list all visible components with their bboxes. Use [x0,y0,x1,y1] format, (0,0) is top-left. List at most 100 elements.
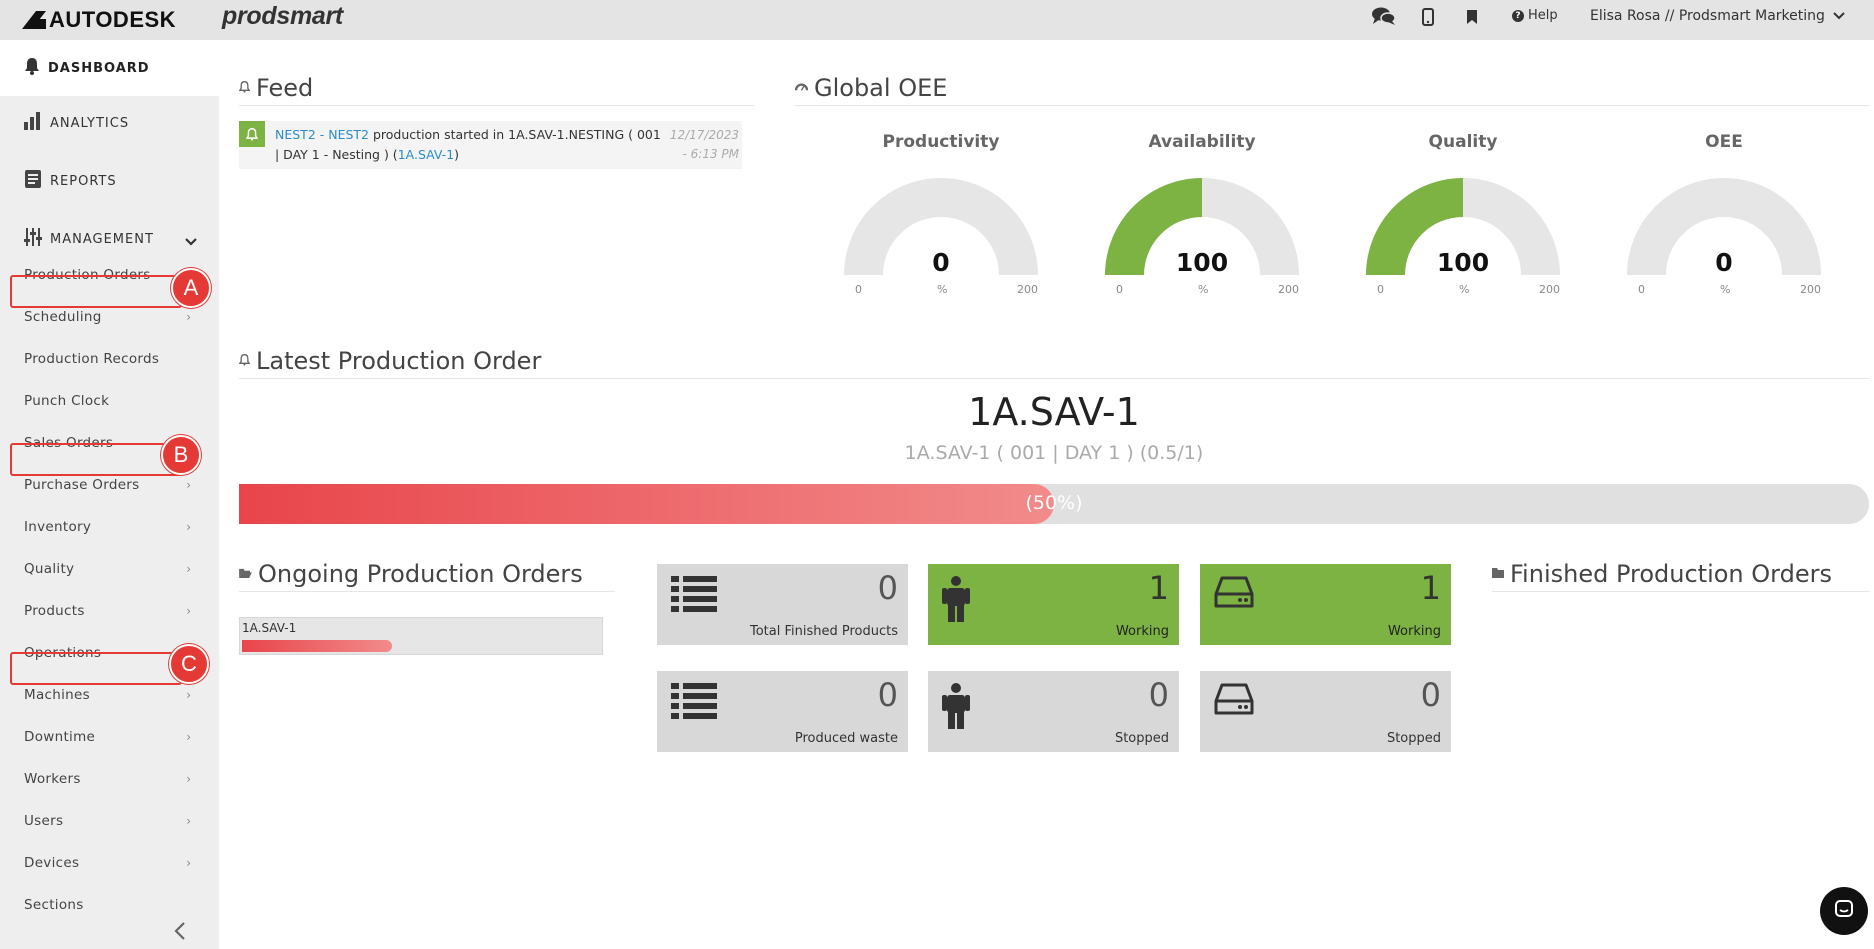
sidebar-reports[interactable]: REPORTS [0,161,219,201]
feed-title-text: Feed [256,74,314,102]
sidebar-item-label: Sections [24,897,84,913]
gauge-min-label: 0 [1638,283,1645,296]
prodsmart-logo[interactable]: prodsmart [222,2,343,31]
stat-tile-value: 0 [1420,676,1441,714]
worker-icon [942,683,970,733]
sliders-icon [24,228,42,250]
collapse-sidebar-icon[interactable] [174,922,186,944]
gauge-value: 0 [1715,248,1733,277]
feed-item-timestamp: 12/17/2023 - 6:13 PM [665,126,739,164]
sidebar-item-label: Quality [24,561,75,577]
sidebar-item-label: Machines [24,687,90,703]
autodesk-wordmark: AUTODESK [49,7,177,32]
feed-title: Feed [238,74,314,102]
chevron-right-icon: › [186,310,191,324]
sidebar-item-punch-clock[interactable]: Punch Clock [0,386,219,416]
sidebar-item-label: Devices [24,855,80,871]
dashboard-gauge-icon [794,81,809,95]
gauge-value: 100 [1175,248,1229,277]
sidebar: DASHBOARD ANALYTICS REPORTS MANAGEMENT P… [0,40,219,949]
finished-divider [1492,591,1869,592]
stat-tile-value: 0 [1148,676,1169,714]
chat-icon [1834,899,1854,923]
feed-divider [239,105,754,106]
chevron-right-icon: › [186,478,191,492]
sidebar-dashboard-label: DASHBOARD [48,60,150,76]
global-oee-title-text: Global OEE [814,74,948,102]
gauge-max-label: 200 [1278,283,1299,296]
sidebar-management[interactable]: MANAGEMENT [0,219,219,259]
sidebar-item-quality[interactable]: Quality › [0,554,219,584]
latest-order-number[interactable]: 1A.SAV-1 [239,390,1869,434]
list-icon [671,683,717,723]
stat-tile-stopped: 0 Stopped [1200,671,1451,752]
ongoing-divider [239,591,615,592]
gauge-oee: OEE 0 0% 200 [1624,132,1824,296]
sidebar-item-label: Punch Clock [24,393,110,409]
gauge-value: 0 [932,248,950,277]
sidebar-item-sections[interactable]: Sections [0,890,219,920]
gauge-title: Productivity [882,132,1000,152]
highlight-box-c [10,652,182,685]
sidebar-item-production-records[interactable]: Production Records [0,344,219,374]
sidebar-item-products[interactable]: Products › [0,596,219,626]
gauge-unit-label: % [937,283,948,296]
chevron-right-icon: › [186,604,191,618]
chevron-down-icon [185,231,197,250]
gauge-value: 100 [1436,248,1490,277]
gauge-title: Quality [1428,132,1498,152]
global-oee-title: Global OEE [794,74,948,102]
stat-tile-caption: Working [1115,624,1169,639]
gauge-min-label: 0 [1116,283,1123,296]
support-chat-button[interactable] [1820,887,1868,935]
sidebar-item-users[interactable]: Users › [0,806,219,836]
sidebar-dashboard[interactable]: DASHBOARD [0,40,219,96]
mobile-icon[interactable] [1416,6,1440,28]
feed-order-link[interactable]: 1A.SAV-1 [398,147,454,162]
ongoing-orders-title: Ongoing Production Orders [239,560,583,588]
latest-order-title-text: Latest Production Order [256,347,542,375]
sidebar-item-label: Production Records [24,351,160,367]
feed-item-text: NEST2 - NEST2 production started in 1A.S… [275,125,665,165]
stat-tile-working: 1 Working [928,564,1179,645]
bookmark-icon[interactable] [1460,6,1484,28]
annotation-badge-a: A [171,268,211,308]
gauge-max-label: 200 [1800,283,1821,296]
sidebar-item-devices[interactable]: Devices › [0,848,219,878]
gauge-max-label: 200 [1539,283,1560,296]
help-link[interactable]: ? Help [1512,8,1558,23]
stat-tile-value: 1 [1420,569,1441,607]
sidebar-item-inventory[interactable]: Inventory › [0,512,219,542]
user-menu[interactable]: Elisa Rosa // Prodsmart Marketing [1590,8,1845,24]
gauge-productivity: Productivity 0 0% 200 [841,132,1041,296]
list-icon [671,576,717,616]
help-label: Help [1528,8,1558,23]
gauge-max-label: 200 [1017,283,1038,296]
finished-orders-title-text: Finished Production Orders [1510,560,1832,588]
ongoing-order-label: 1A.SAV-1 [242,621,297,635]
bell-icon [239,121,265,147]
sidebar-analytics-label: ANALYTICS [50,115,130,131]
feed-item-time: - 6:13 PM [682,147,740,161]
gauge-availability: Availability 100 0% 200 [1102,132,1302,296]
ongoing-order-item[interactable]: 1A.SAV-1 [239,617,603,655]
chevron-down-icon [1833,8,1845,24]
chevron-right-icon: › [186,814,191,828]
stat-tile-value: 0 [877,569,898,607]
stat-tile-caption: Stopped [1386,731,1441,746]
chat-icon[interactable] [1372,6,1396,28]
stat-tile-caption: Stopped [1114,731,1169,746]
machine-icon [1214,576,1254,612]
chevron-right-icon: › [186,520,191,534]
sidebar-item-workers[interactable]: Workers › [0,764,219,794]
stat-tile-caption: Total Finished Products [749,624,898,639]
sidebar-item-label: Workers [24,771,81,787]
sidebar-item-downtime[interactable]: Downtime › [0,722,219,752]
question-icon: ? [1512,9,1524,22]
gauge-quality: Quality 100 0% 200 [1363,132,1563,296]
sidebar-analytics[interactable]: ANALYTICS [0,103,219,143]
folder-icon [1492,567,1504,581]
autodesk-logo[interactable]: AUTODESK [22,7,176,33]
feed-worker-link[interactable]: NEST2 - NEST2 [275,127,369,142]
stat-tile-caption: Working [1387,624,1441,639]
